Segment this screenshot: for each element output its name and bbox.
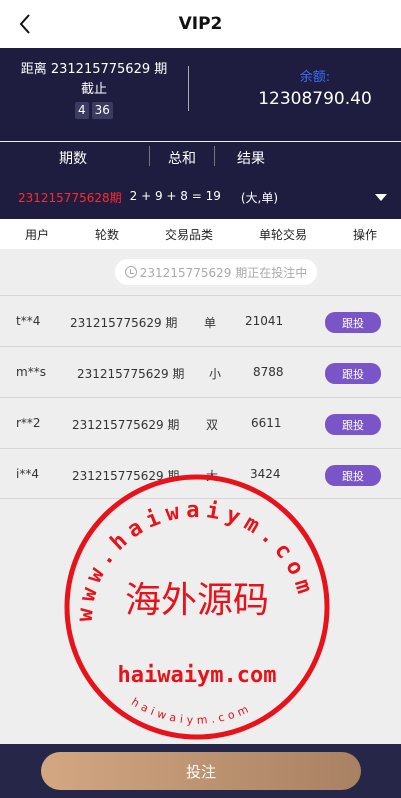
- watermark-top-text: www.haiwaiym.com: [73, 498, 319, 623]
- betting-status: 231215775629 期正在投注中: [115, 259, 317, 285]
- countdown-timer: 4 36: [75, 102, 113, 119]
- latest-result: (大,单): [240, 191, 279, 205]
- period-panel: 距离 231215775629 期 截止 4 36 余额: 12308790.4…: [0, 48, 401, 141]
- header-amount: 单轮交易: [259, 227, 308, 242]
- latest-formula: 2 + 9 + 8 = 19: [129, 189, 221, 203]
- row-amount: 8788: [253, 365, 284, 379]
- row-user: t**4: [16, 314, 41, 328]
- balance-block: 余额: 12308790.40: [230, 66, 400, 109]
- divider: [214, 146, 215, 166]
- triangle-down-icon[interactable]: [375, 194, 387, 201]
- balance-label: 余额:: [299, 70, 331, 85]
- row-category: 小: [209, 367, 222, 381]
- clock-icon: [124, 266, 137, 278]
- header-round: 轮数: [95, 227, 120, 242]
- follow-bet-button[interactable]: 跟投: [325, 414, 381, 435]
- place-bet-button[interactable]: 投注: [41, 752, 361, 790]
- table-row: i**4 231215775629 期 大 3424 跟投: [0, 448, 401, 499]
- watermark-bottom-text: haiwaiym.com: [118, 663, 277, 688]
- timer-seconds: 36: [91, 102, 113, 119]
- period-issue: 231215775629: [50, 62, 151, 77]
- follow-bet-button[interactable]: 跟投: [325, 465, 381, 486]
- latest-issue: 231215775628期: [18, 191, 122, 205]
- watermark-center-text: 海外源码: [125, 580, 269, 621]
- period-line: 距离 231215775629 期: [0, 60, 188, 80]
- row-user: r**2: [16, 416, 41, 430]
- row-category: 双: [206, 418, 219, 432]
- bottom-bar: 投注: [0, 744, 401, 798]
- row-round: 231215775629 期: [72, 469, 180, 483]
- countdown-block: 距离 231215775629 期 截止 4 36: [0, 60, 188, 121]
- header-category: 交易品类: [165, 227, 214, 242]
- row-round: 231215775629 期: [77, 367, 185, 381]
- header-action: 操作: [353, 227, 378, 242]
- row-user: i**4: [16, 467, 39, 481]
- deadline-label: 截止: [80, 82, 107, 97]
- period-prefix: 距离: [20, 62, 47, 77]
- timer-minutes: 4: [75, 102, 89, 119]
- header-user: 用户: [25, 227, 50, 242]
- row-category: 大: [206, 469, 219, 483]
- table-row: m**s 231215775629 期 小 8788 跟投: [0, 346, 401, 397]
- row-user: m**s: [16, 365, 46, 379]
- row-round: 231215775629 期: [72, 418, 180, 432]
- follow-bet-button[interactable]: 跟投: [325, 312, 381, 333]
- results-panel: 期数 总和 结果 231215775628期 2 + 9 + 8 = 19 (大…: [0, 142, 401, 219]
- table-header: 用户 轮数 交易品类 单轮交易 操作: [0, 219, 401, 249]
- table-row: t**4 231215775629 期 单 21041 跟投: [0, 295, 401, 346]
- col-issue-header: 期数: [59, 151, 87, 167]
- divider: [149, 146, 150, 166]
- watermark-stamp: www.haiwaiym.com 海外源码 haiwaiym.com haiwa…: [64, 474, 330, 740]
- col-sum-header: 总和: [168, 151, 196, 167]
- status-text: 231215775629 期正在投注中: [139, 265, 308, 280]
- row-category: 单: [204, 316, 217, 330]
- row-amount: 6611: [251, 416, 282, 430]
- watermark-small-text: haiwaiym.com: [129, 695, 254, 727]
- table-row: r**2 231215775629 期 双 6611 跟投: [0, 397, 401, 448]
- latest-result-row[interactable]: 231215775628期 2 + 9 + 8 = 19 (大,单): [18, 189, 278, 206]
- top-bar: VIP2: [0, 0, 401, 48]
- row-amount: 21041: [245, 314, 284, 328]
- divider: [188, 66, 189, 111]
- follow-bet-button[interactable]: 跟投: [325, 363, 381, 384]
- balance-value: 12308790.40: [258, 89, 372, 109]
- page-title: VIP2: [178, 14, 223, 34]
- period-suffix: 期: [154, 62, 168, 77]
- col-result-header: 结果: [237, 151, 265, 167]
- row-round: 231215775629 期: [70, 316, 178, 330]
- row-amount: 3424: [250, 467, 281, 481]
